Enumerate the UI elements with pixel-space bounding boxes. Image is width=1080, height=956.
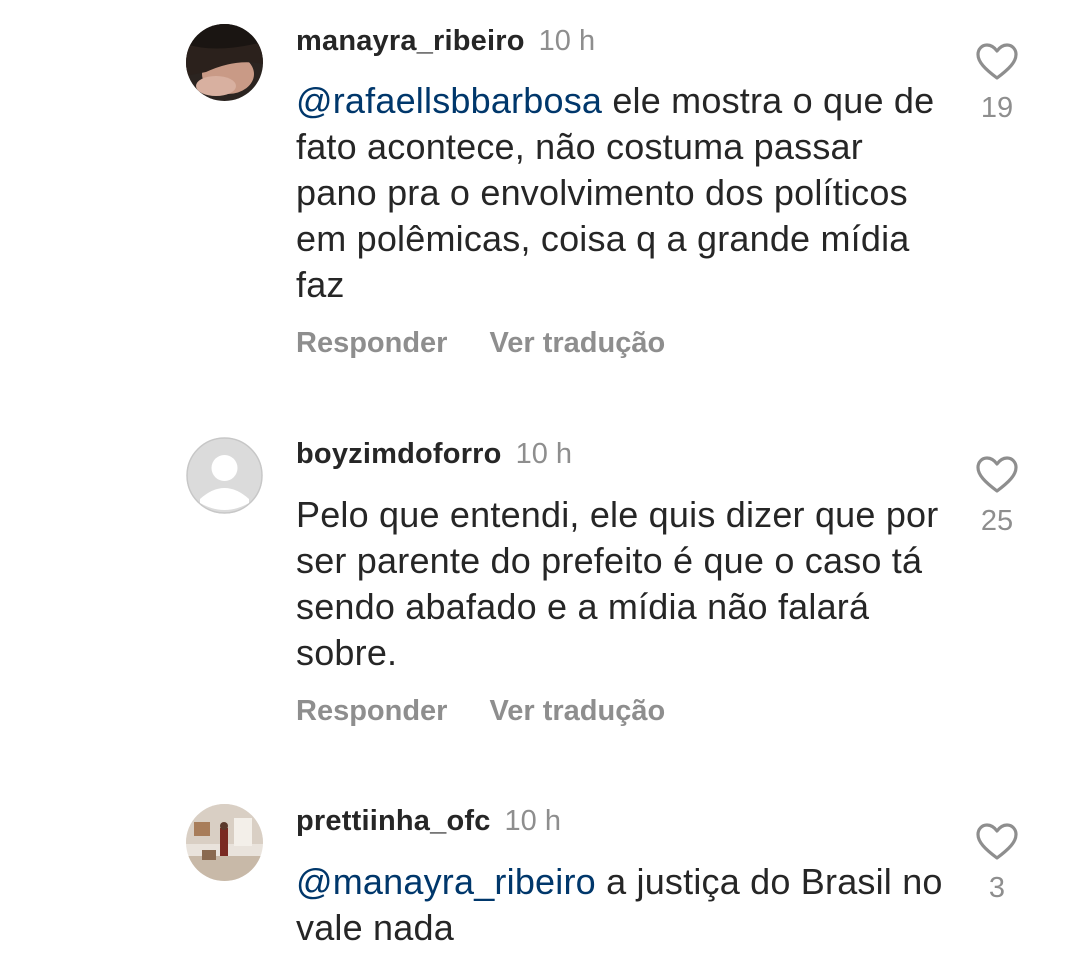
comment-text: @manayra_ribeiro a justiça do Brasil no …: [296, 859, 946, 951]
comment-actions: Responder Ver tradução: [296, 694, 707, 733]
reply-button[interactable]: Responder: [296, 694, 447, 728]
reply-button[interactable]: Responder: [296, 326, 447, 360]
like-control: 3: [970, 822, 1024, 905]
comment-actions: Responder Ver tradução: [296, 326, 707, 365]
comment-mention[interactable]: @rafaellsbbarbosa: [296, 80, 602, 121]
comment-time: 10 h: [515, 438, 573, 470]
comment-username[interactable]: boyzimdoforro: [296, 438, 502, 470]
comment-text: @rafaellsbbarbosa ele mostra o que de fa…: [296, 78, 946, 308]
heart-outline-icon[interactable]: [970, 822, 1024, 862]
translate-button[interactable]: Ver tradução: [489, 694, 665, 728]
comment-username[interactable]: prettiinha_ofc: [296, 805, 491, 837]
heart-outline-icon[interactable]: [970, 42, 1024, 82]
like-control: 19: [970, 42, 1024, 125]
like-count: 19: [980, 92, 1014, 124]
avatar[interactable]: [186, 437, 263, 514]
comment-text: Pelo que entendi, ele quis dizer que por…: [296, 492, 946, 676]
comment-header: boyzimdoforro 10 h: [296, 437, 572, 476]
translate-button[interactable]: Ver tradução: [489, 326, 665, 360]
avatar[interactable]: [186, 24, 263, 101]
comment-header: manayra_ribeiro 10 h: [296, 24, 595, 63]
like-count: 3: [988, 872, 1006, 904]
comment-text-body: Pelo que entendi, ele quis dizer que por…: [296, 494, 939, 673]
like-count: 25: [980, 505, 1014, 537]
comment-time: 10 h: [538, 25, 596, 57]
comment-username[interactable]: manayra_ribeiro: [296, 25, 525, 57]
comment-header: prettiinha_ofc 10 h: [296, 804, 561, 843]
heart-outline-icon[interactable]: [970, 455, 1024, 495]
like-control: 25: [970, 455, 1024, 538]
avatar[interactable]: [186, 804, 263, 881]
comment-mention[interactable]: @manayra_ribeiro: [296, 861, 596, 902]
comment-time: 10 h: [504, 805, 561, 837]
